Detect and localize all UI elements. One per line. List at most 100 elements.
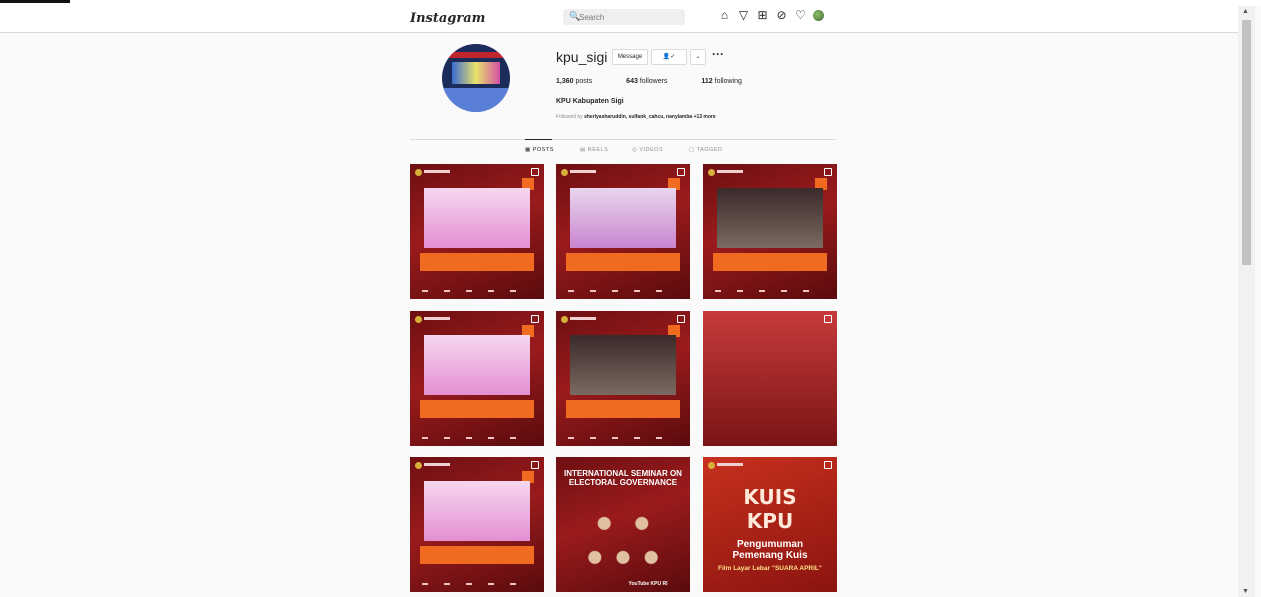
post-header-text (570, 170, 596, 173)
kuis-heading: Pengumuman Pemenang Kuis (732, 539, 808, 561)
carousel-icon (824, 461, 832, 469)
following-label: following (714, 78, 742, 85)
post-tile[interactable] (703, 164, 837, 299)
post-photo (424, 481, 530, 541)
post-tile[interactable]: KUIS KPU Pengumuman Pemenang Kuis Film L… (703, 457, 837, 592)
tab-reels[interactable]: ▤ REELS (580, 147, 608, 153)
following-button[interactable]: 👤✓ (651, 49, 687, 65)
post-footer (568, 437, 678, 439)
active-tab-indicator (525, 139, 552, 140)
scroll-up-icon[interactable]: ▲ (1242, 8, 1249, 15)
tab-posts-label: POSTS (532, 147, 554, 153)
post-tile[interactable] (410, 164, 544, 299)
post-tile[interactable] (703, 311, 837, 446)
posts-stat: 1,360 posts (556, 78, 608, 85)
home-icon[interactable]: ⌂ (718, 9, 731, 22)
tab-videos-label: VIDEOS (639, 147, 664, 153)
scrollbar-thumb[interactable] (1242, 20, 1251, 265)
tab-tagged[interactable]: ▢ TAGGED (689, 147, 722, 153)
post-header-text (424, 170, 450, 173)
post-photo (570, 188, 676, 248)
profile-avatar[interactable] (442, 44, 510, 112)
seminar-youtube: YouTube KPU RI (628, 581, 668, 587)
more-options-icon[interactable]: ··· (712, 47, 724, 61)
search-box[interactable]: 🔍 (563, 9, 685, 25)
following-stat[interactable]: 112 following (701, 78, 758, 85)
posts-count: 1,360 (556, 78, 574, 85)
post-tile[interactable] (556, 164, 690, 299)
carousel-icon (824, 168, 832, 176)
post-caption-bar (420, 546, 534, 564)
post-tile[interactable] (410, 311, 544, 446)
kuis-title: KUIS KPU (743, 485, 797, 533)
following-count: 112 (701, 78, 713, 85)
kuis-subtitle: Film Layar Lebar "SUARA APRIL" (718, 565, 822, 572)
followed-by-names: sherlyasharuddin, sulfank_cahcu, nanylam… (584, 114, 693, 120)
direct-icon[interactable]: ▽ (737, 9, 750, 22)
post-caption-bar (420, 253, 534, 271)
activity-icon[interactable]: ♡ (794, 9, 807, 22)
suggestions-dropdown-button[interactable]: ⌄ (690, 49, 706, 65)
post-footer (422, 290, 532, 292)
reels-icon: ▤ (580, 147, 586, 153)
tagged-icon: ▢ (689, 147, 695, 153)
followers-count: 643 (626, 78, 638, 85)
posts-label: posts (575, 78, 593, 85)
kpu-logo-icon (708, 462, 715, 469)
scrollbar[interactable]: ▲ ▼ (1238, 6, 1255, 597)
tab-videos[interactable]: ◎ VIDEOS (632, 147, 663, 153)
avatar-banner (442, 52, 510, 58)
post-photo (424, 188, 530, 248)
post-footer (422, 437, 532, 439)
message-button[interactable]: Message (612, 49, 648, 65)
followers-label: followers (639, 78, 668, 85)
video-icon: ◎ (632, 147, 638, 153)
search-input[interactable] (579, 10, 679, 24)
followed-by-prefix: Followed by (556, 114, 583, 120)
followed-by-more: +13 more (693, 114, 716, 120)
post-caption-bar (566, 253, 680, 271)
post-header-text (570, 317, 596, 320)
post-header-text (717, 463, 743, 466)
tab-reels-label: REELS (587, 147, 609, 153)
post-tile[interactable]: INTERNATIONAL SEMINAR ON ELECTORAL GOVER… (556, 457, 690, 592)
post-photo (703, 311, 837, 446)
post-footer (715, 290, 825, 292)
post-footer (568, 290, 678, 292)
tabs-divider (410, 139, 836, 140)
post-photo (717, 188, 823, 248)
carousel-icon (677, 315, 685, 323)
kpu-logo-icon (561, 169, 568, 176)
instagram-logo[interactable]: Instagram (410, 11, 485, 26)
nav-icons: ⌂ ▽ ⊞ ⊘ ♡ (718, 9, 824, 22)
tab-posts[interactable]: ▦ POSTS (525, 147, 554, 153)
post-photo (570, 335, 676, 395)
kpu-logo-icon (708, 169, 715, 176)
post-photo (424, 335, 530, 395)
new-post-icon[interactable]: ⊞ (756, 9, 769, 22)
followed-by[interactable]: Followed by sherlyasharuddin, sulfank_ca… (556, 114, 716, 120)
post-tile[interactable] (556, 311, 690, 446)
profile-avatar-icon[interactable] (813, 10, 824, 21)
grid-icon: ▦ (525, 147, 531, 153)
seminar-title: INTERNATIONAL SEMINAR ON ELECTORAL GOVER… (564, 469, 682, 487)
carousel-icon (824, 315, 832, 323)
followers-stat[interactable]: 643 followers (626, 78, 683, 85)
tab-tagged-label: TAGGED (696, 147, 723, 153)
explore-icon[interactable]: ⊘ (775, 9, 788, 22)
kpu-logo-icon (415, 462, 422, 469)
carousel-icon (531, 461, 539, 469)
avatar-stage (442, 88, 510, 112)
kpu-logo-icon (561, 316, 568, 323)
post-caption-bar (713, 253, 827, 271)
post-header-text (717, 170, 743, 173)
post-footer (422, 583, 532, 585)
scroll-down-icon[interactable]: ▼ (1242, 588, 1249, 595)
profile-stats: 1,360 posts 643 followers 112 following (556, 78, 774, 85)
speakers-photos (576, 503, 670, 571)
post-header-text (424, 463, 450, 466)
window-top-bar (0, 0, 70, 3)
carousel-icon (677, 168, 685, 176)
post-tile[interactable] (410, 457, 544, 592)
post-caption-bar (566, 400, 680, 418)
